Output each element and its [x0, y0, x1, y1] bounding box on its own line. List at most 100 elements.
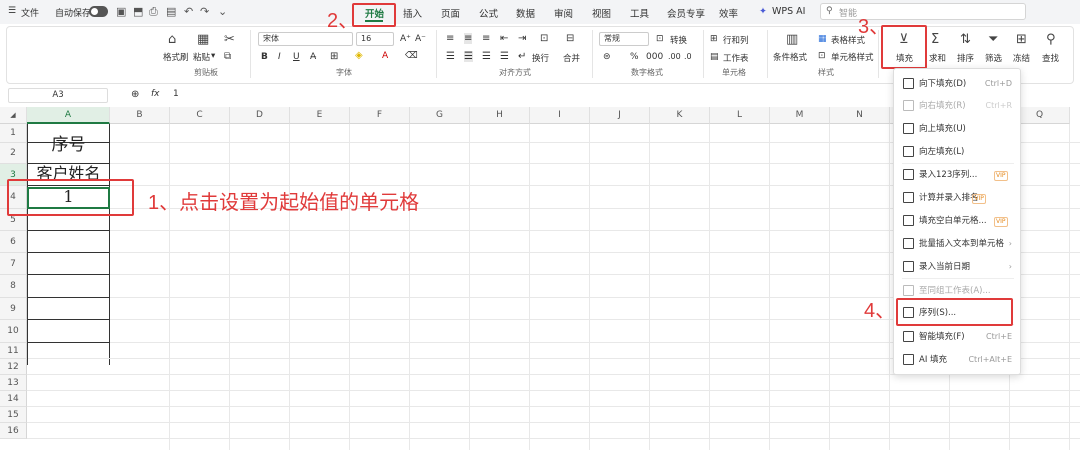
- column-header-a[interactable]: A: [27, 107, 110, 124]
- find-button[interactable]: 查找: [1042, 52, 1059, 64]
- fill-menu-item-5[interactable]: 计算并录入排名 VIP: [894, 187, 1020, 209]
- tab-formula[interactable]: 公式: [479, 6, 498, 20]
- tab-insert[interactable]: 插入: [403, 6, 422, 20]
- decimal-increase-icon[interactable]: .00: [668, 52, 681, 61]
- align-left-icon[interactable]: ☰: [446, 51, 455, 62]
- tab-data[interactable]: 数据: [516, 6, 535, 20]
- cond-format-button[interactable]: 条件格式: [773, 51, 807, 63]
- number-format-select[interactable]: 常规: [599, 32, 649, 46]
- indent-increase-icon[interactable]: ⇥: [518, 33, 526, 44]
- fill-menu-item-8[interactable]: 录入当前日期 ›: [894, 256, 1020, 278]
- font-name-select[interactable]: 宋体: [258, 32, 353, 46]
- copy-icon[interactable]: ⧉: [224, 50, 231, 63]
- export-icon[interactable]: ⬒: [133, 5, 143, 18]
- autosave-toggle[interactable]: [89, 6, 108, 17]
- merge-button[interactable]: 合并: [563, 52, 580, 64]
- thousands-icon[interactable]: 000: [646, 52, 663, 62]
- row-header-6[interactable]: 6: [0, 231, 27, 253]
- column-header-g[interactable]: G: [410, 107, 470, 124]
- column-header-k[interactable]: K: [650, 107, 710, 124]
- sort-button[interactable]: 排序: [957, 52, 974, 64]
- fill-menu-item-4[interactable]: 录入123序列... VIP: [894, 164, 1020, 186]
- align-right-icon[interactable]: ☰: [482, 51, 491, 62]
- strike-icon[interactable]: A̶: [310, 52, 316, 62]
- row-header-16[interactable]: 16: [0, 423, 27, 439]
- print-icon[interactable]: ⎙: [149, 5, 158, 19]
- fill-menu-item-12[interactable]: AI 填充 Ctrl+Alt+E: [894, 349, 1020, 371]
- decimal-decrease-icon[interactable]: .0: [684, 52, 692, 61]
- row-header-7[interactable]: 7: [0, 253, 27, 275]
- italic-icon[interactable]: I: [278, 52, 281, 62]
- paste-dropdown-icon[interactable]: ▾: [211, 51, 215, 61]
- redo-icon[interactable]: ↷: [200, 5, 209, 18]
- filter-button[interactable]: 筛选: [985, 52, 1002, 64]
- column-header-b[interactable]: B: [110, 107, 170, 124]
- rows-cols-button[interactable]: 行和列: [723, 34, 749, 46]
- sum-button[interactable]: 求和: [929, 52, 946, 64]
- currency-icon[interactable]: ⊜: [603, 52, 611, 62]
- cell-a1[interactable]: 序号: [27, 133, 110, 157]
- column-header-j[interactable]: J: [590, 107, 650, 124]
- clear-icon[interactable]: ⌫: [405, 51, 418, 61]
- percent-icon[interactable]: %: [630, 52, 639, 62]
- row-header-11[interactable]: 11: [0, 343, 27, 359]
- formula-input[interactable]: 1: [173, 89, 179, 99]
- row-header-10[interactable]: 10: [0, 320, 27, 343]
- cell-style-button[interactable]: 单元格样式: [831, 51, 874, 63]
- column-header-h[interactable]: H: [470, 107, 530, 124]
- column-header-n[interactable]: N: [830, 107, 890, 124]
- chevron-down-icon[interactable]: ⌄: [218, 5, 227, 18]
- column-header-c[interactable]: C: [170, 107, 230, 124]
- row-header-13[interactable]: 13: [0, 375, 27, 391]
- font-color-icon[interactable]: A: [382, 51, 388, 61]
- select-all-corner[interactable]: ◢: [0, 107, 27, 124]
- file-menu[interactable]: 文件: [21, 6, 39, 19]
- name-box[interactable]: A3: [8, 88, 108, 103]
- column-header-m[interactable]: M: [770, 107, 830, 124]
- align-top-icon[interactable]: ≡: [446, 33, 454, 44]
- bold-icon[interactable]: B: [261, 52, 268, 62]
- fx-icon[interactable]: fx: [151, 89, 160, 99]
- orientation-icon[interactable]: ⊡: [540, 33, 548, 44]
- row-header-15[interactable]: 15: [0, 407, 27, 423]
- tab-wps-ai[interactable]: WPS AI: [772, 6, 805, 17]
- wrap-button[interactable]: 换行: [532, 52, 549, 64]
- justify-icon[interactable]: ☰: [500, 51, 509, 62]
- format-painter-button[interactable]: 格式刷: [163, 51, 189, 63]
- shrink-font-icon[interactable]: A⁻: [415, 34, 426, 44]
- search-input[interactable]: ⚲ 智能: [820, 3, 1026, 20]
- save-icon[interactable]: ▣: [116, 5, 126, 18]
- tab-page[interactable]: 页面: [441, 6, 460, 20]
- cut-icon[interactable]: ✂: [224, 33, 235, 46]
- tab-tools[interactable]: 工具: [630, 6, 649, 20]
- zoom-icon[interactable]: ⊕: [131, 89, 139, 100]
- fill-menu-item-6[interactable]: 填充空白单元格... VIP: [894, 210, 1020, 232]
- row-header-12[interactable]: 12: [0, 359, 27, 375]
- freeze-button[interactable]: 冻结: [1013, 52, 1030, 64]
- align-bottom-icon[interactable]: ≡: [482, 33, 490, 44]
- fill-color-icon[interactable]: ◈: [355, 50, 363, 61]
- row-header-1[interactable]: 1: [0, 124, 27, 143]
- row-header-8[interactable]: 8: [0, 275, 27, 298]
- column-header-f[interactable]: F: [350, 107, 410, 124]
- font-size-select[interactable]: 16: [356, 32, 394, 46]
- row-header-14[interactable]: 14: [0, 391, 27, 407]
- border-icon[interactable]: ⊞: [330, 51, 338, 62]
- tab-review[interactable]: 审阅: [554, 6, 573, 20]
- column-header-e[interactable]: E: [290, 107, 350, 124]
- column-header-d[interactable]: D: [230, 107, 290, 124]
- tab-view[interactable]: 视图: [592, 6, 611, 20]
- underline-icon[interactable]: U: [293, 52, 300, 62]
- paste-button[interactable]: 粘贴: [193, 51, 210, 63]
- align-center-icon[interactable]: ☰: [464, 51, 473, 62]
- undo-icon[interactable]: ↶: [184, 5, 193, 18]
- fill-menu-item-0[interactable]: 向下填充(D) Ctrl+D: [894, 73, 1020, 95]
- distribute-icon[interactable]: ⊟: [566, 33, 574, 44]
- preview-icon[interactable]: ▤: [166, 5, 176, 18]
- align-middle-icon[interactable]: ≡: [464, 33, 473, 44]
- fill-menu-item-7[interactable]: 批量插入文本到单元格 ›: [894, 233, 1020, 255]
- column-header-i[interactable]: I: [530, 107, 590, 124]
- column-header-l[interactable]: L: [710, 107, 770, 124]
- tab-member[interactable]: 会员专享: [667, 6, 705, 20]
- grow-font-icon[interactable]: A⁺: [400, 34, 411, 44]
